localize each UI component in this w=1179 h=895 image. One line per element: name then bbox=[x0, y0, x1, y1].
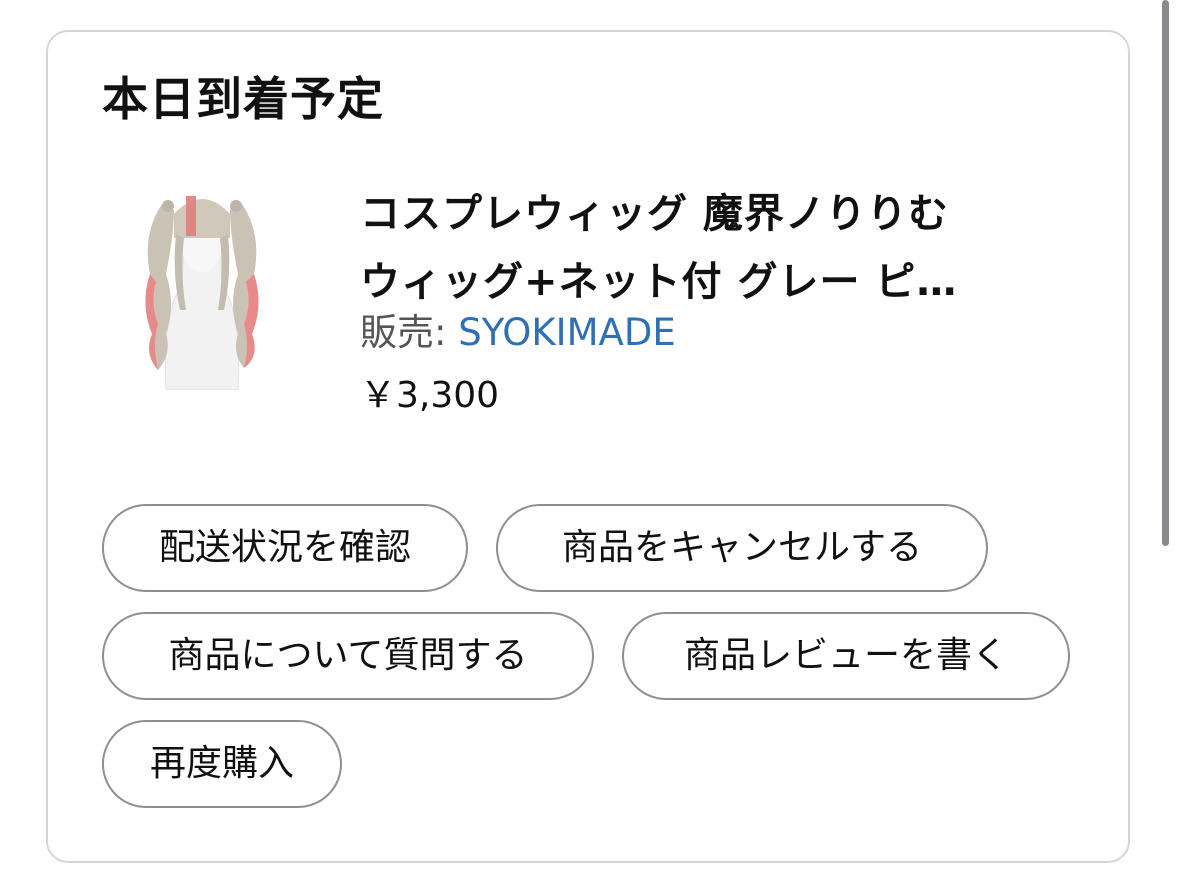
product-thumbnail[interactable] bbox=[122, 174, 282, 391]
cancel-item-button[interactable]: 商品をキャンセルする bbox=[496, 504, 988, 592]
product-title-line-1[interactable]: コスプレウィッグ 魔界ノりりむ bbox=[360, 180, 1060, 248]
product-price: ￥3,300 bbox=[360, 375, 500, 416]
write-review-button[interactable]: 商品レビューを書く bbox=[622, 612, 1070, 700]
track-shipment-button[interactable]: 配送状況を確認 bbox=[102, 504, 468, 592]
order-card: 本日到着予定 コスプレウィッグ 魔界ノりりむ ウィッグ+ネット付 グレー ピ… … bbox=[46, 30, 1130, 863]
seller-link[interactable]: SYOKIMADE bbox=[458, 311, 675, 354]
seller-label: 販売: bbox=[360, 311, 447, 354]
delivery-status-heading: 本日到着予定 bbox=[102, 72, 384, 126]
buy-again-button[interactable]: 再度購入 bbox=[102, 720, 342, 808]
wig-image bbox=[145, 196, 259, 391]
scrollbar-thumb[interactable] bbox=[1162, 0, 1169, 546]
product-title[interactable]: コスプレウィッグ 魔界ノりりむ ウィッグ+ネット付 グレー ピ… bbox=[360, 180, 1060, 316]
seller-info: 販売: SYOKIMADE bbox=[360, 309, 676, 357]
ask-question-button[interactable]: 商品について質問する bbox=[102, 612, 594, 700]
product-title-line-2[interactable]: ウィッグ+ネット付 グレー ピ… bbox=[360, 248, 1060, 316]
